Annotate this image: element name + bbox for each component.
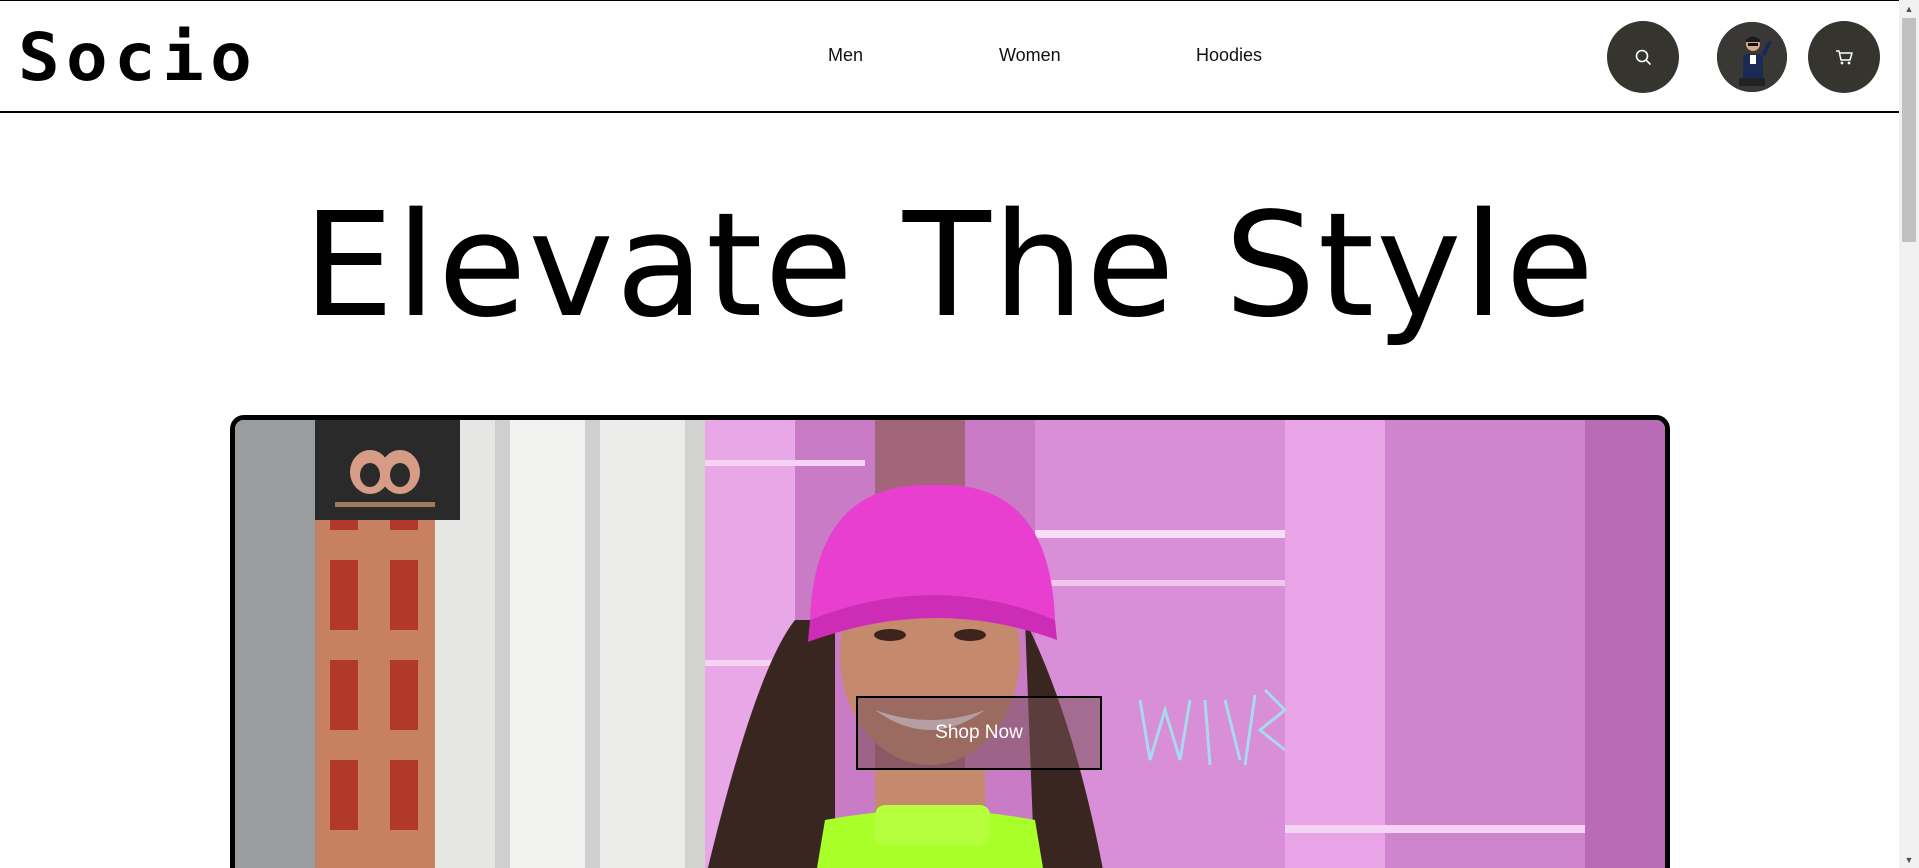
- hero-photo: [235, 420, 1665, 868]
- avatar[interactable]: [1717, 22, 1787, 92]
- cart-icon: [1836, 50, 1853, 65]
- search-icon: [1635, 49, 1651, 65]
- avatar-photo: [1717, 22, 1787, 92]
- scrollbar[interactable]: ▲ ▼: [1899, 0, 1919, 868]
- scroll-thumb[interactable]: [1902, 18, 1916, 242]
- hero-title: Elevate The Style: [302, 181, 1597, 349]
- page: Socio Men Women Hoodies Elevate The Styl…: [0, 0, 1919, 868]
- scroll-up-arrow-icon[interactable]: ▲: [1899, 0, 1919, 17]
- site-header: Socio Men Women Hoodies: [0, 0, 1899, 113]
- nav-link-hoodies[interactable]: Hoodies: [1196, 45, 1262, 66]
- hero-image: [230, 415, 1670, 868]
- scroll-down-arrow-icon[interactable]: ▼: [1899, 851, 1919, 868]
- search-button[interactable]: [1607, 21, 1679, 93]
- cart-button[interactable]: [1808, 21, 1880, 93]
- logo[interactable]: Socio: [18, 23, 258, 93]
- nav-link-women[interactable]: Women: [999, 45, 1061, 66]
- nav-link-men[interactable]: Men: [828, 45, 863, 66]
- shop-now-button[interactable]: Shop Now: [856, 696, 1102, 770]
